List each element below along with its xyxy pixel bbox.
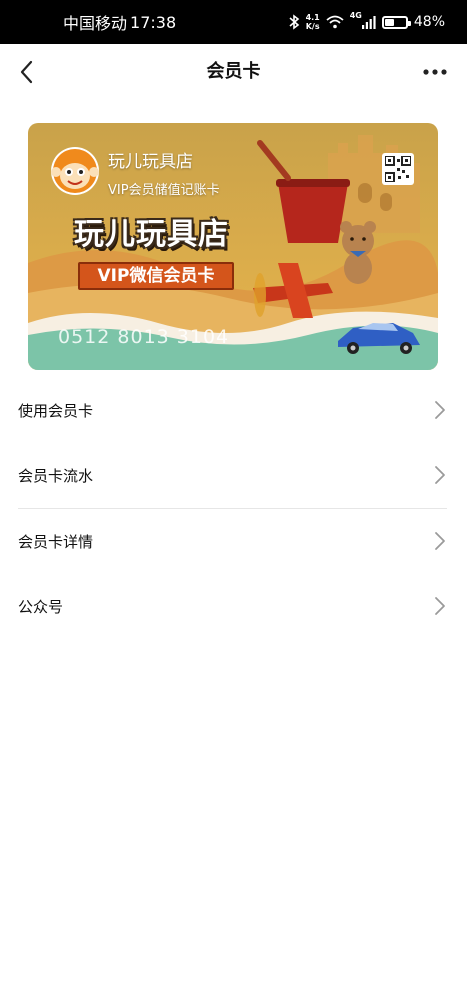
clock: 17:38 [130, 12, 177, 32]
nav-bar: 会员卡 [0, 44, 467, 100]
battery-icon [381, 15, 411, 29]
network-speed: 4.1 K/s [305, 13, 320, 31]
network-type-label: 4G [349, 11, 362, 20]
menu-item-official-account[interactable]: 公众号 [0, 574, 467, 639]
menu-item-card-details[interactable]: 会员卡详情 [0, 509, 467, 574]
chevron-right-icon [435, 466, 445, 484]
card-big-title: 玩儿玩具店 [74, 217, 229, 252]
menu-item-card-transactions[interactable]: 会员卡流水 [0, 443, 467, 508]
card-number: 0512 8013 3104 [58, 326, 230, 348]
wifi-icon [326, 15, 344, 29]
shop-avatar [51, 147, 99, 195]
chevron-right-icon [435, 401, 445, 419]
page-title: 会员卡 [206, 61, 261, 82]
more-dots-icon [423, 69, 447, 75]
menu-item-label: 使用会员卡 [18, 402, 94, 420]
vip-banner: VIP微信会员卡 [78, 262, 234, 290]
membership-card[interactable]: 玩儿玩具店 VIP会员储值记账卡 玩儿玩具店 VIP微信会员卡 0512 801… [28, 123, 438, 370]
menu-item-label: 会员卡流水 [18, 467, 94, 485]
battery-percent: 48% [413, 14, 445, 30]
chevron-left-icon [20, 60, 33, 84]
card-type-label: VIP会员储值记账卡 [108, 183, 220, 198]
chevron-right-icon [435, 597, 445, 615]
bluetooth-icon [289, 14, 299, 30]
menu-item-use-card[interactable]: 使用会员卡 [0, 378, 467, 443]
status-bar: 中国移动 17:38 4.1 K/s 4G 48% [0, 0, 467, 44]
carrier-label: 中国移动 [63, 14, 128, 33]
qr-code-icon[interactable] [382, 153, 414, 185]
chevron-right-icon [435, 532, 445, 550]
menu-item-label: 会员卡详情 [18, 533, 94, 551]
shop-name: 玩儿玩具店 [108, 152, 193, 172]
more-button[interactable] [419, 56, 451, 88]
signal-icon [361, 15, 376, 29]
card-menu: 使用会员卡 会员卡流水 会员卡详情 公众号 [0, 378, 467, 639]
menu-item-label: 公众号 [18, 598, 64, 616]
back-button[interactable] [10, 56, 42, 88]
